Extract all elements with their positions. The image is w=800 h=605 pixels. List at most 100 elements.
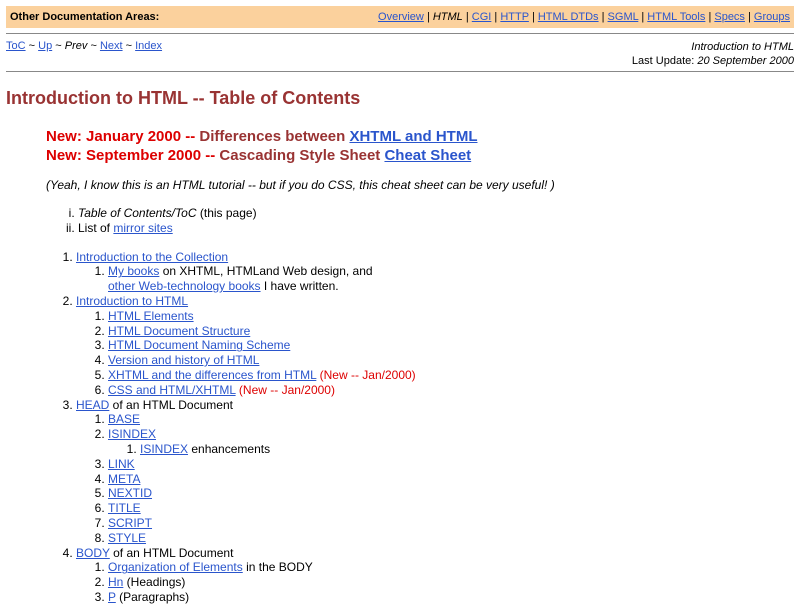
document-title: Introduction to HTML (691, 41, 794, 53)
mirror-prefix: List of (78, 220, 114, 235)
prev-label: Prev (64, 40, 88, 52)
section-item: HTML Document Naming Scheme (108, 338, 800, 353)
list-item: Table of Contents/ToC (this page) (78, 206, 800, 221)
link-head[interactable]: HEAD (76, 398, 109, 412)
chapter-item: Introduction to HTML HTML Elements HTML … (76, 294, 800, 398)
separator: | (426, 11, 430, 23)
link-cgi[interactable]: CGI (472, 11, 492, 23)
link-overview[interactable]: Overview (378, 11, 424, 23)
css-note: (Yeah, I know this is an HTML tutorial -… (46, 178, 555, 192)
link-style[interactable]: STYLE (108, 531, 146, 545)
section-item: Hn (Headings) (108, 575, 800, 590)
table-of-contents: Table of Contents/ToC (this page) List o… (0, 206, 800, 605)
chapter-item: Introduction to the Collection My books … (76, 250, 800, 294)
head-text: of an HTML Document (109, 397, 233, 412)
top-navigation-bar: Other Documentation Areas: Overview | HT… (6, 6, 794, 28)
separator: | (708, 11, 712, 23)
books-text-2: I have written. (260, 279, 339, 294)
section-item: NEXTID (108, 486, 800, 501)
separator: ~ (125, 40, 133, 52)
link-isindex[interactable]: ISINDEX (108, 427, 156, 441)
section-item: P (Paragraphs) (108, 590, 800, 605)
section-item: HTML Document Structure (108, 324, 800, 339)
body-text: of an HTML Document (109, 545, 234, 560)
section-item: XHTML and the differences from HTML (New… (108, 368, 800, 383)
p-text: (Paragraphs) (115, 589, 190, 604)
isindex-text: enhancements (188, 441, 271, 456)
section-item: SCRIPT (108, 516, 800, 531)
news-item: New: September 2000 -- Cascading Style S… (46, 146, 478, 165)
link-link[interactable]: LINK (108, 457, 135, 471)
list-item: List of mirror sites (78, 221, 800, 236)
last-update: Last Update: 20 September 2000 (632, 54, 794, 68)
toc-self-note: (this page) (196, 206, 257, 220)
link-my-books[interactable]: My books (108, 264, 159, 278)
link-intro-collection[interactable]: Introduction to the Collection (76, 250, 228, 264)
link-html-dtds[interactable]: HTML DTDs (538, 11, 599, 23)
separator: | (748, 11, 751, 23)
link-other-books[interactable]: other Web-technology books (108, 279, 261, 293)
link-sgml[interactable]: SGML (608, 11, 639, 23)
subsection-list: ISINDEX enhancements (108, 442, 800, 457)
link-html-elements[interactable]: HTML Elements (108, 309, 194, 323)
news-item: New: January 2000 -- Differences between… (46, 127, 478, 146)
section-item: TITLE (108, 501, 800, 516)
link-isindex-enhancements[interactable]: ISINDEX (140, 442, 188, 456)
separator: ~ (90, 40, 97, 52)
section-item: STYLE (108, 531, 800, 546)
news-block: New: January 2000 -- Differences between… (46, 127, 478, 165)
link-css-html[interactable]: CSS and HTML/XHTML (108, 383, 236, 397)
link-cheat-sheet[interactable]: Cheat Sheet (384, 147, 471, 164)
page-navigation: ToC ~ Up ~ Prev ~ Next ~ Index (6, 40, 162, 52)
section-list: BASE ISINDEX ISINDEX enhancements LINK M… (76, 412, 800, 545)
link-html-tools[interactable]: HTML Tools (647, 11, 705, 23)
section-list: HTML Elements HTML Document Structure HT… (76, 309, 800, 398)
link-script[interactable]: SCRIPT (108, 516, 152, 530)
last-update-date: 20 September 2000 (697, 55, 794, 67)
link-organization[interactable]: Organization of Elements (108, 560, 243, 574)
link-version-history[interactable]: Version and history of HTML (108, 353, 259, 367)
hn-text: (Headings) (123, 575, 186, 590)
link-body[interactable]: BODY (76, 546, 110, 560)
section-item: Version and history of HTML (108, 353, 800, 368)
link-groups[interactable]: Groups (754, 11, 790, 23)
subsection-item: ISINDEX enhancements (140, 442, 800, 457)
link-xhtml-and-html[interactable]: XHTML and HTML (349, 128, 477, 145)
section-item: My books on XHTML, HTMLand Web design, a… (108, 264, 800, 294)
org-text: in the BODY (242, 560, 313, 575)
link-specs[interactable]: Specs (714, 11, 745, 23)
new-badge: (New -- Jan/2000) (316, 367, 416, 382)
section-list: Organization of Elements in the BODY Hn … (76, 560, 800, 604)
news-text: Differences between (195, 128, 350, 145)
section-item: BASE (108, 412, 800, 427)
link-naming-scheme[interactable]: HTML Document Naming Scheme (108, 338, 290, 352)
link-mirror-sites[interactable]: mirror sites (113, 221, 172, 235)
separator: | (465, 11, 469, 23)
link-meta[interactable]: META (108, 472, 140, 486)
link-next[interactable]: Next (100, 40, 123, 52)
divider-header (6, 71, 794, 72)
link-xhtml-differences[interactable]: XHTML and the differences from HTML (108, 368, 316, 382)
section-list: My books on XHTML, HTMLand Web design, a… (76, 264, 800, 294)
current-area-html: HTML (432, 11, 463, 23)
books-text: on XHTML, HTMLand Web design, and (159, 264, 373, 279)
link-http[interactable]: HTTP (500, 11, 529, 23)
link-nextid[interactable]: NEXTID (108, 486, 152, 500)
link-title[interactable]: TITLE (108, 501, 141, 515)
page-title: Introduction to HTML -- Table of Content… (6, 88, 361, 108)
section-item: LINK (108, 457, 800, 472)
areas-links: Overview | HTML | CGI | HTTP | HTML DTDs… (378, 11, 790, 23)
front-matter-list: Table of Contents/ToC (this page) List o… (0, 206, 800, 236)
link-hn[interactable]: Hn (108, 575, 123, 589)
link-p[interactable]: P (108, 590, 116, 604)
news-new-label: New: January 2000 -- (46, 128, 196, 145)
link-up[interactable]: Up (38, 40, 52, 52)
link-intro-html[interactable]: Introduction to HTML (76, 294, 188, 308)
link-base[interactable]: BASE (108, 412, 140, 426)
section-item: Organization of Elements in the BODY (108, 560, 800, 575)
divider-top (6, 33, 794, 34)
link-toc[interactable]: ToC (6, 40, 26, 52)
link-index[interactable]: Index (135, 40, 162, 52)
section-item: ISINDEX ISINDEX enhancements (108, 427, 800, 457)
link-document-structure[interactable]: HTML Document Structure (108, 324, 250, 338)
